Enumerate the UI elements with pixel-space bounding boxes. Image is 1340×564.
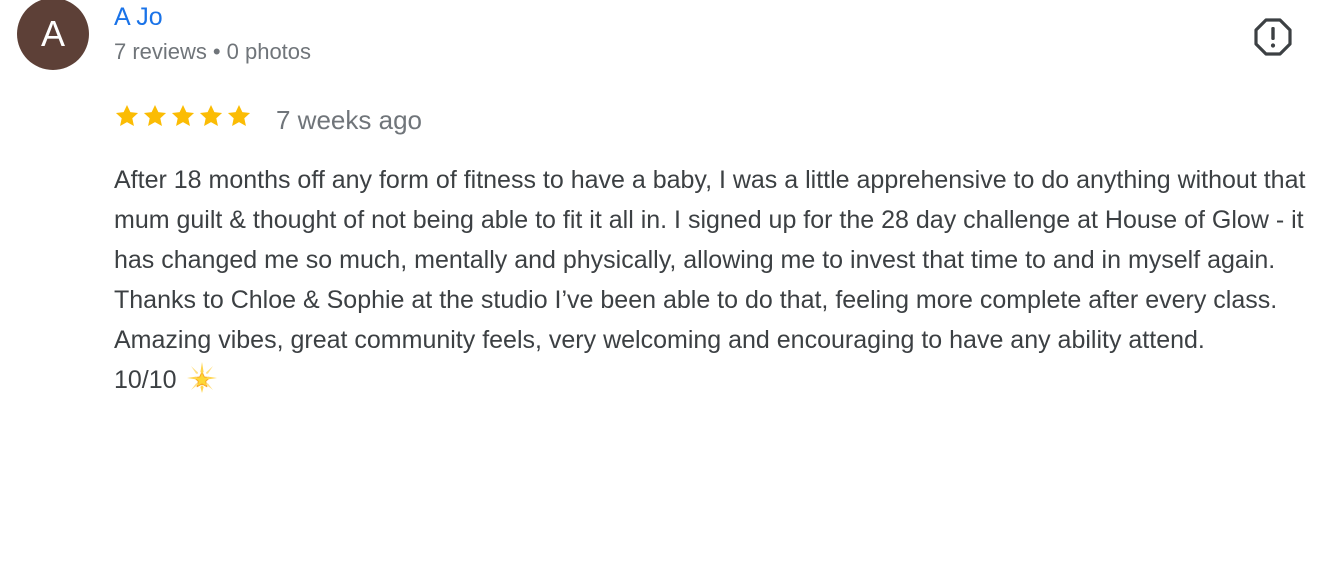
star-icon <box>199 104 223 126</box>
reviews-count: 7 reviews <box>114 39 207 64</box>
review-score: 10/10 <box>114 366 177 394</box>
report-icon[interactable] <box>1253 17 1293 57</box>
star-rating <box>114 103 252 129</box>
review-paragraph-1: After 18 months off any form of fitness … <box>114 166 1306 274</box>
avatar-letter: A <box>40 13 65 54</box>
star-icon <box>115 104 139 126</box>
review-text: After 18 months off any form of fitness … <box>114 160 1336 406</box>
star-icon <box>227 104 251 126</box>
report-octagon-icon <box>1254 18 1292 56</box>
review-paragraph-2: Thanks to Chloe & Sophie at the studio I… <box>114 286 1278 314</box>
meta-separator: • <box>212 39 221 64</box>
star-icon <box>171 104 195 126</box>
review-score-line: 10/10 <box>114 360 1336 406</box>
author-name[interactable]: A Jo <box>114 2 163 32</box>
star-icon <box>143 104 167 126</box>
glowing-star-emoji <box>185 360 219 406</box>
review-date: 7 weeks ago <box>276 105 422 135</box>
photos-count: 0 photos <box>226 39 312 64</box>
review-paragraph-3: Amazing vibes, great community feels, ve… <box>114 326 1205 354</box>
review-card: A A Jo 7 reviews • 0 photos 7 weeks ago Af… <box>0 0 1340 564</box>
avatar[interactable]: A <box>17 0 89 70</box>
author-meta: 7 reviews • 0 photos <box>114 38 311 66</box>
